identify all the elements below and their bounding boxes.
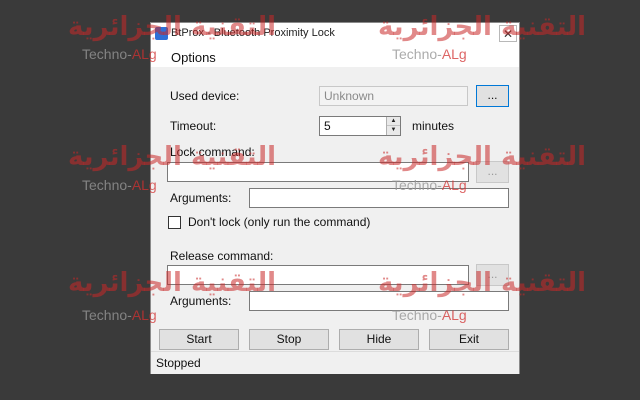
watermark-latin: Techno-ALg [82, 177, 157, 193]
close-icon: ✕ [502, 27, 514, 41]
dont-lock-checkbox[interactable] [168, 216, 181, 229]
desktop-background: BtProx - Bluetooth Proximity Lock ✕ Opti… [0, 0, 640, 400]
menu-options[interactable]: Options [171, 50, 216, 65]
dont-lock-label[interactable]: Don't lock (only run the command) [188, 215, 370, 229]
status-text: Stopped [156, 356, 201, 370]
bluetooth-app-icon [155, 27, 168, 40]
spin-up-icon[interactable]: ▲ [387, 117, 400, 126]
used-device-label: Used device: [170, 89, 240, 103]
watermark-latin-text: Techno- [82, 307, 132, 323]
browse-release-command-button[interactable]: ... [476, 264, 509, 286]
hide-button[interactable]: Hide [339, 329, 419, 350]
timeout-value: 5 [324, 119, 331, 133]
lock-command-input[interactable] [167, 162, 469, 182]
title-bar[interactable]: BtProx - Bluetooth Proximity Lock ✕ [151, 23, 519, 46]
status-bar: Stopped [151, 351, 519, 374]
timeout-label: Timeout: [170, 119, 217, 133]
watermark-latin-text: Techno- [82, 46, 132, 62]
lock-arguments-label: Arguments: [170, 191, 232, 205]
release-command-input[interactable] [167, 265, 469, 285]
release-arguments-label: Arguments: [170, 294, 232, 308]
used-device-field[interactable]: Unknown [319, 86, 468, 106]
timeout-stepper[interactable]: 5 ▲ ▼ [319, 116, 401, 136]
exit-button[interactable]: Exit [429, 329, 509, 350]
watermark-latin: Techno-ALg [82, 46, 157, 62]
close-button[interactable]: ✕ [499, 25, 517, 42]
browse-lock-command-button[interactable]: ... [476, 161, 509, 183]
release-command-label: Release command: [170, 249, 274, 263]
app-window: BtProx - Bluetooth Proximity Lock ✕ Opti… [150, 22, 520, 374]
watermark-latin-text: Techno- [82, 177, 132, 193]
watermark-latin: Techno-ALg [82, 307, 157, 323]
timeout-unit-label: minutes [412, 119, 455, 133]
spin-down-icon[interactable]: ▼ [387, 126, 400, 135]
window-title: BtProx - Bluetooth Proximity Lock [171, 27, 335, 39]
timeout-spinner[interactable]: ▲ ▼ [386, 117, 400, 135]
lock-command-label: Lock command: [170, 145, 255, 159]
lock-arguments-input[interactable] [249, 188, 509, 208]
release-arguments-input[interactable] [249, 291, 509, 311]
start-button[interactable]: Start [159, 329, 239, 350]
stop-button[interactable]: Stop [249, 329, 329, 350]
menu-bar: Options [151, 45, 519, 67]
browse-device-button[interactable]: ... [476, 85, 509, 107]
